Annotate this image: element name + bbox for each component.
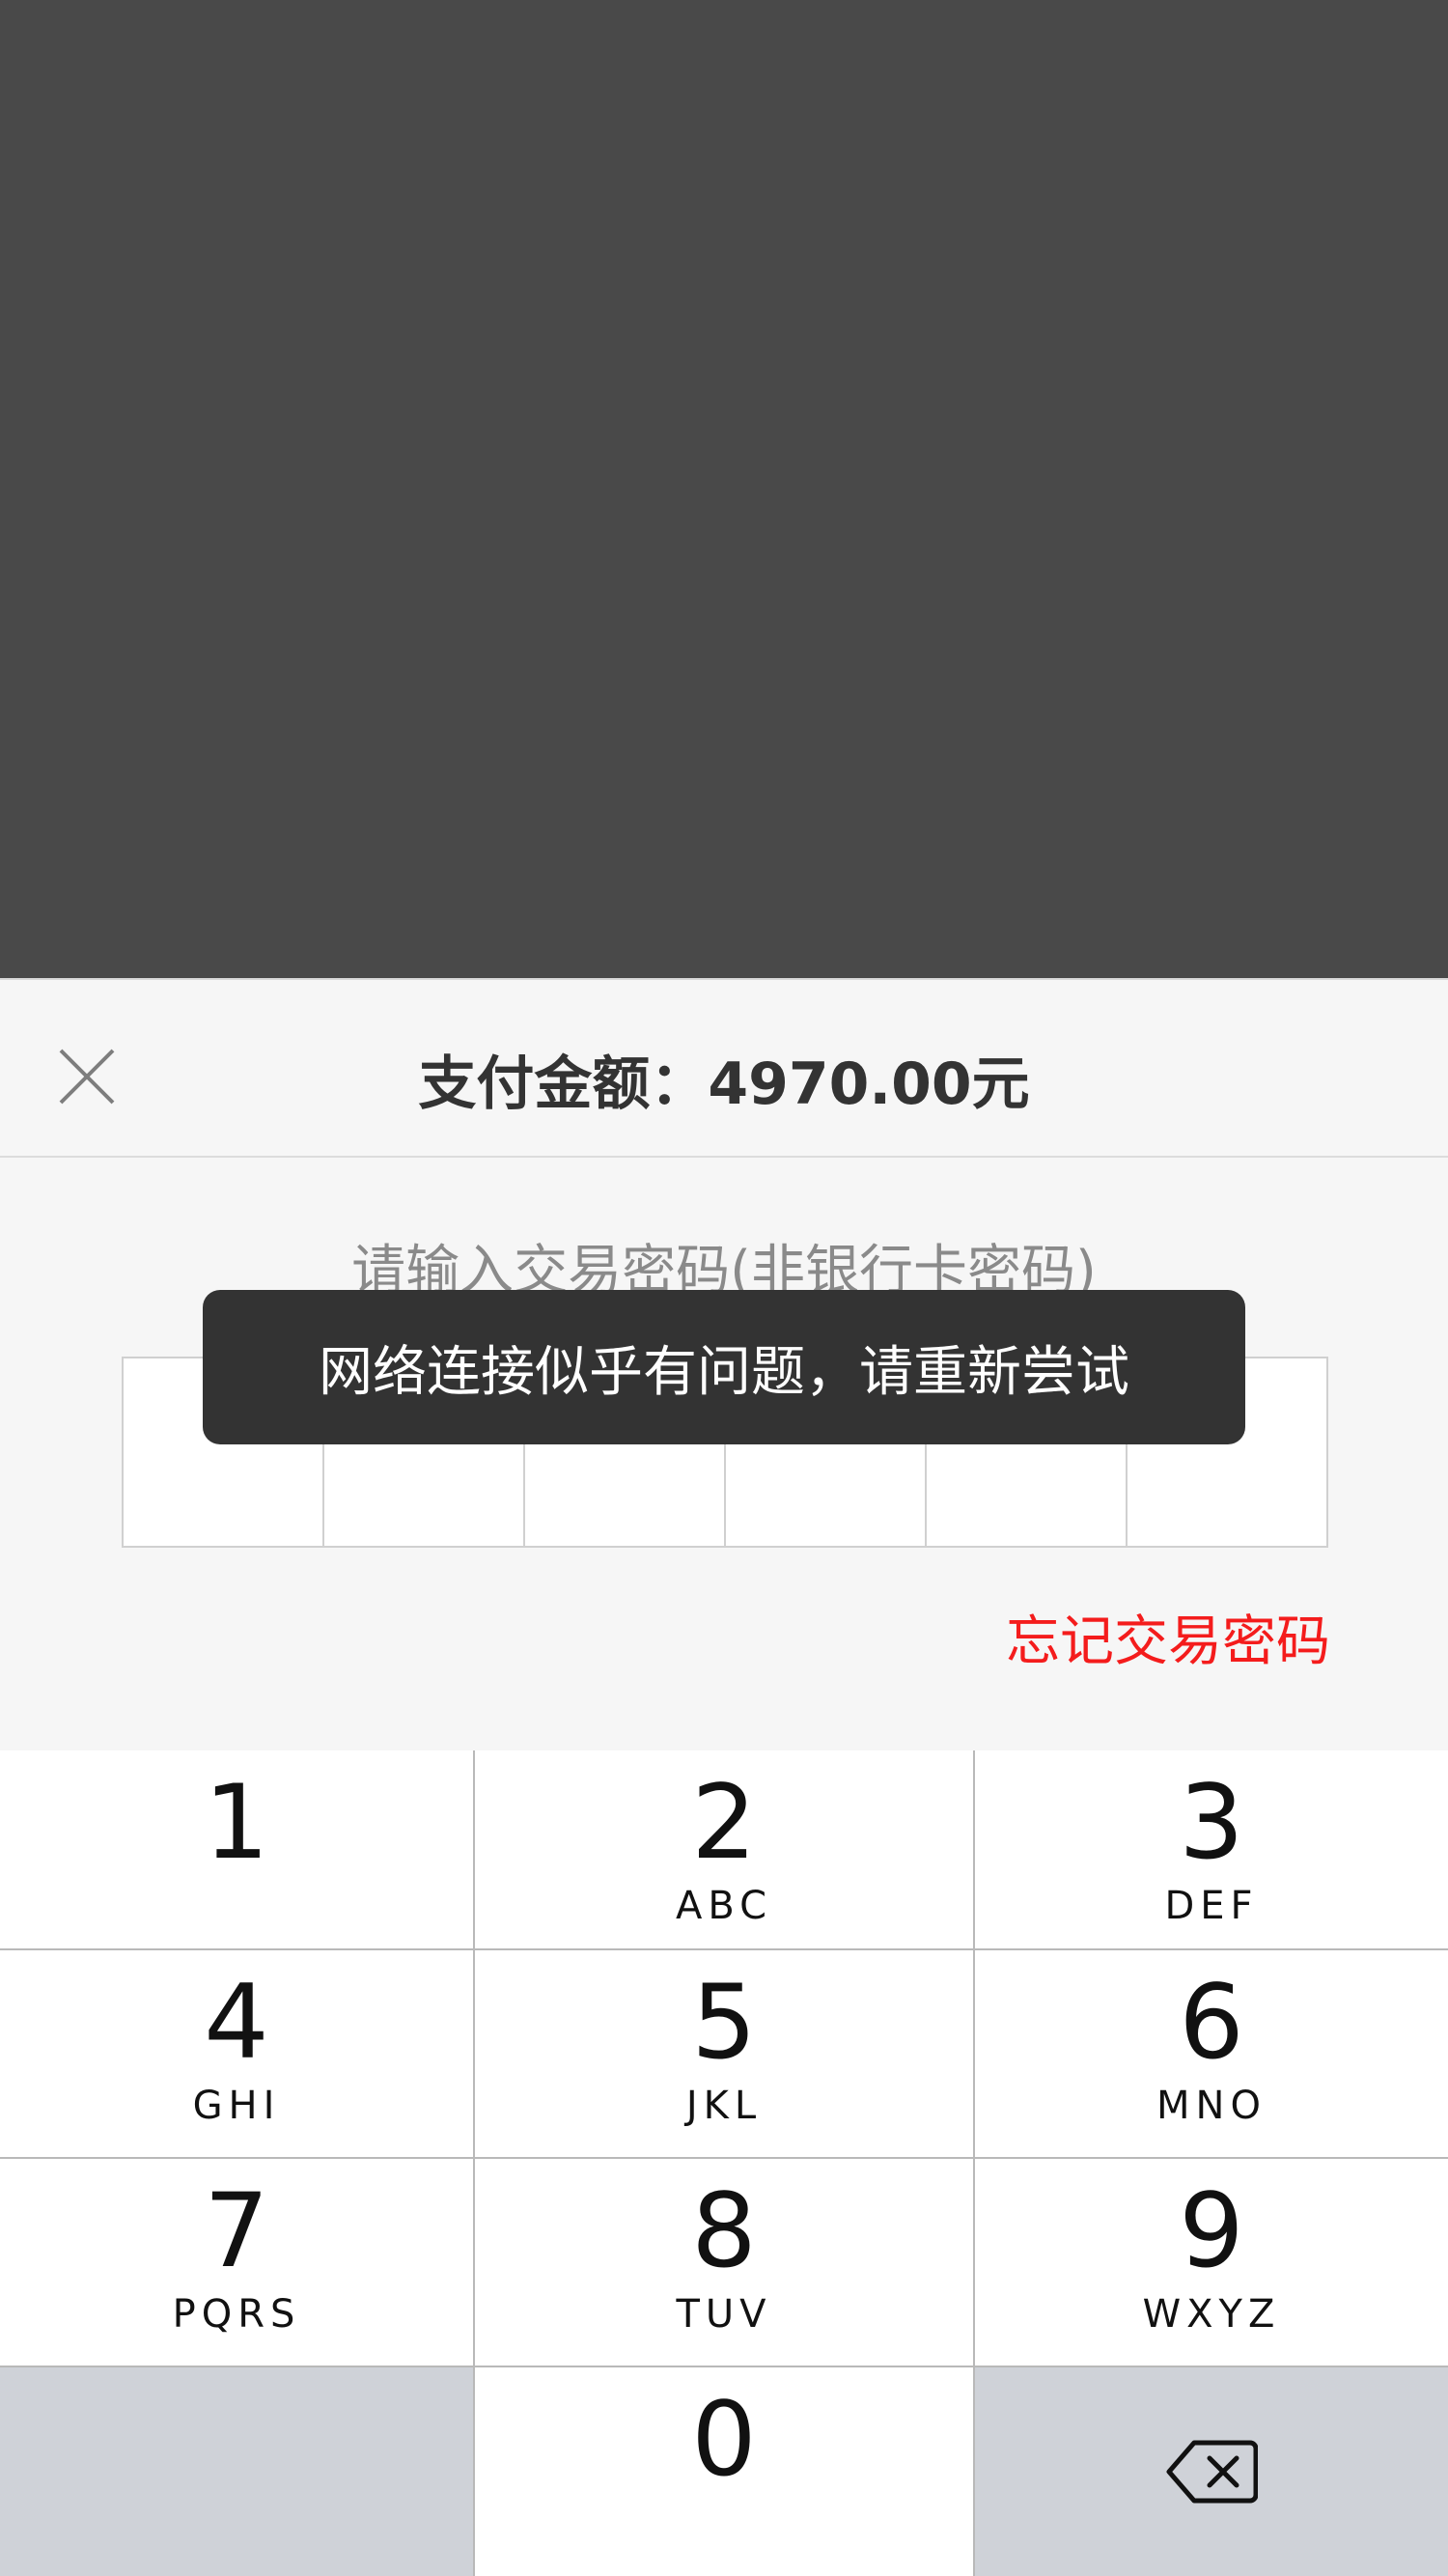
key-8[interactable]: 8 TUV <box>475 2159 973 2366</box>
sheet-header: 支付金额： 4970.00元 <box>0 980 1448 1158</box>
key-5[interactable]: 5 JKL <box>475 1950 973 2157</box>
forgot-password-link[interactable]: 忘记交易密码 <box>1006 1598 1330 1676</box>
amount-label: 支付金额： <box>418 1050 709 1118</box>
key-1[interactable]: 1 <box>0 1750 473 1948</box>
payment-amount: 支付金额： 4970.00元 <box>0 1030 1448 1127</box>
key-9[interactable]: 9 WXYZ <box>975 2159 1448 2366</box>
payment-page: 支付金额： 4970.00元 请输入交易密码(非银行卡密码) 忘记交易密码 网络… <box>0 0 1448 2576</box>
key-0[interactable]: 0 <box>475 2367 973 2576</box>
key-4[interactable]: 4 GHI <box>0 1950 473 2157</box>
dimmed-background[interactable] <box>0 0 1448 978</box>
backspace-key[interactable] <box>975 2367 1448 2576</box>
keypad-blank-key <box>0 2367 473 2576</box>
backspace-icon <box>1166 2440 1258 2504</box>
numeric-keypad: 1 2 ABC 3 DEF 4 GHI 5 JKL 6 MNO 7 PQRS 8… <box>0 1750 1448 2576</box>
key-2[interactable]: 2 ABC <box>475 1750 973 1948</box>
key-6[interactable]: 6 MNO <box>975 1950 1448 2157</box>
amount-value: 4970.00元 <box>708 1050 1030 1118</box>
key-3[interactable]: 3 DEF <box>975 1750 1448 1948</box>
error-toast: 网络连接似乎有问题，请重新尝试 <box>203 1290 1245 1444</box>
key-7[interactable]: 7 PQRS <box>0 2159 473 2366</box>
